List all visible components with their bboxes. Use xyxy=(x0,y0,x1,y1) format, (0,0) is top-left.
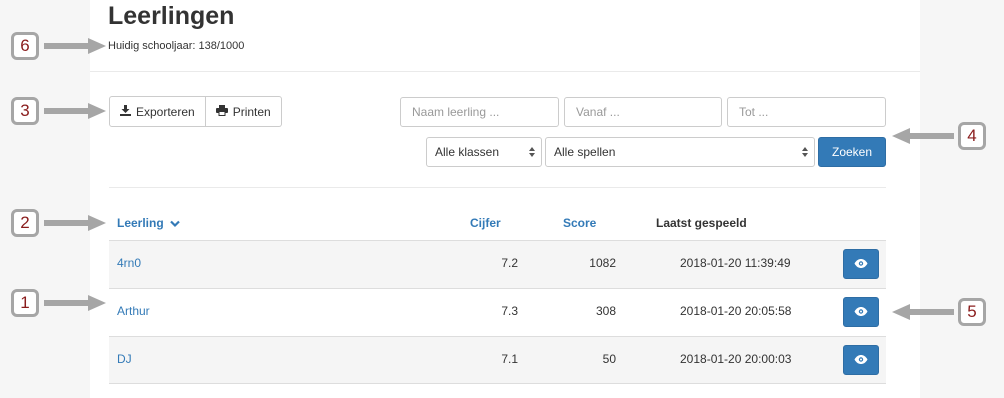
student-name-link[interactable]: DJ xyxy=(117,352,132,366)
filters-divider xyxy=(109,187,886,188)
last-played-cell: 2018-01-20 20:05:58 xyxy=(680,304,792,318)
export-button[interactable]: Exporteren xyxy=(109,96,206,127)
export-print-group: Exporteren Printen xyxy=(109,96,282,127)
class-select[interactable]: Alle klassen xyxy=(426,137,542,167)
column-header-grade[interactable]: Cijfer xyxy=(470,216,501,230)
score-cell: 50 xyxy=(602,352,616,366)
class-select-value: Alle klassen xyxy=(435,145,500,159)
chevron-down-icon xyxy=(170,217,180,231)
score-cell: 308 xyxy=(595,304,616,318)
column-header-student-label: Leerling xyxy=(117,216,164,230)
table-row: DJ 7.1 50 2018-01-20 20:00:03 xyxy=(109,336,886,384)
score-cell: 1082 xyxy=(589,256,616,270)
page-title: Leerlingen xyxy=(108,2,235,30)
print-button[interactable]: Printen xyxy=(205,96,282,127)
last-played-cell: 2018-01-20 11:39:49 xyxy=(680,256,791,270)
download-icon xyxy=(120,104,131,119)
callout-badge: 2 xyxy=(11,209,39,237)
select-arrows-icon xyxy=(802,146,808,158)
table-bottom-border xyxy=(109,383,886,384)
eye-icon xyxy=(854,351,868,369)
callout-arrow-icon xyxy=(892,304,954,320)
export-label: Exporteren xyxy=(136,104,195,119)
eye-icon xyxy=(854,303,868,321)
game-select-value: Alle spellen xyxy=(554,145,616,159)
callout-arrow-icon xyxy=(44,103,106,119)
game-select[interactable]: Alle spellen xyxy=(545,137,815,167)
callout-badge: 5 xyxy=(958,298,986,326)
last-played-cell: 2018-01-20 20:00:03 xyxy=(680,352,792,366)
callout-badge: 4 xyxy=(958,122,986,150)
view-button[interactable] xyxy=(843,297,879,327)
callout-badge: 1 xyxy=(11,289,39,317)
student-name-link[interactable]: 4rn0 xyxy=(117,256,141,270)
table-row: Arthur 7.3 308 2018-01-20 20:05:58 xyxy=(109,288,886,336)
view-button[interactable] xyxy=(843,249,879,279)
grade-cell: 7.3 xyxy=(501,304,518,318)
eye-icon xyxy=(854,255,868,273)
search-button[interactable]: Zoeken xyxy=(818,137,886,167)
column-header-student[interactable]: Leerling xyxy=(117,216,180,231)
student-name-input[interactable] xyxy=(400,97,559,127)
column-header-last-played: Laatst gespeeld xyxy=(656,216,747,230)
student-name-link[interactable]: Arthur xyxy=(117,304,150,318)
callout-badge: 3 xyxy=(11,97,39,125)
print-label: Printen xyxy=(232,104,271,119)
select-arrows-icon xyxy=(529,146,535,158)
callout-arrow-icon xyxy=(44,38,106,54)
date-from-input[interactable] xyxy=(564,97,722,127)
printer-icon xyxy=(215,104,228,119)
callout-arrow-icon xyxy=(44,295,106,311)
date-to-input[interactable] xyxy=(727,97,886,127)
table-row: 4rn0 7.2 1082 2018-01-20 11:39:49 xyxy=(109,240,886,288)
callout-arrow-icon xyxy=(44,215,106,231)
grade-cell: 7.1 xyxy=(501,352,518,366)
header-divider xyxy=(90,71,920,72)
view-button[interactable] xyxy=(843,345,879,375)
column-header-score[interactable]: Score xyxy=(563,216,596,230)
callout-badge: 6 xyxy=(11,32,39,60)
grade-cell: 7.2 xyxy=(501,256,518,270)
school-year-counter: Huidig schooljaar: 138/1000 xyxy=(108,40,245,52)
callout-arrow-icon xyxy=(892,128,954,144)
